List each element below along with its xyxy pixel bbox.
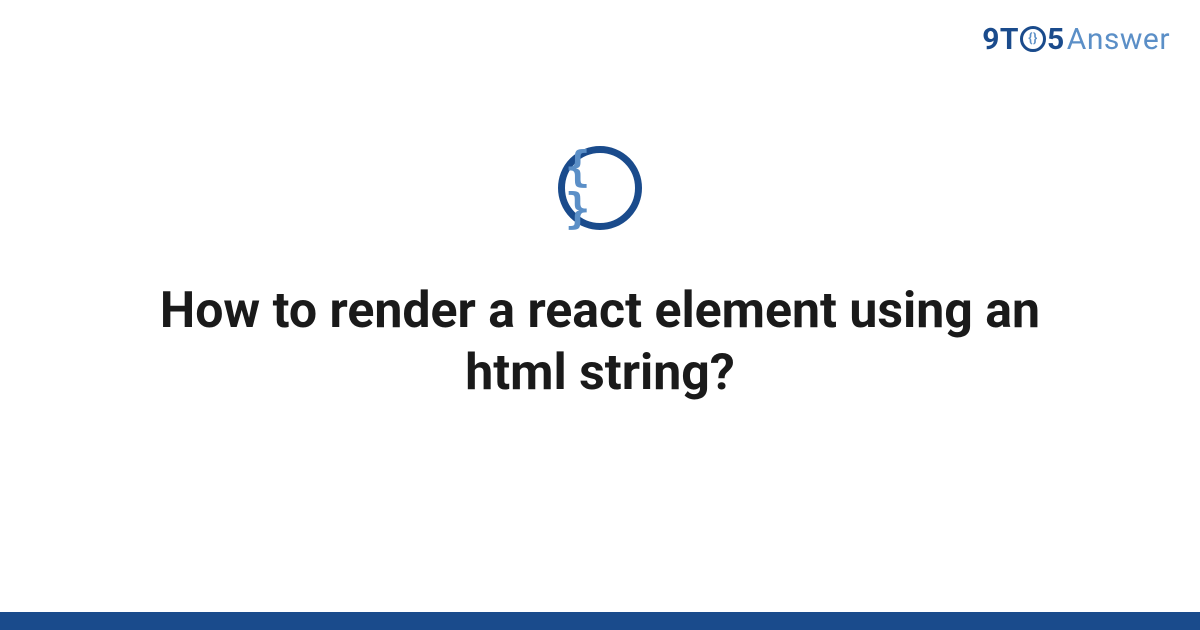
main-content: { } How to render a react element using … [0,0,1200,630]
question-title: How to render a react element using an h… [150,280,1050,405]
code-braces-icon: { } [565,146,635,230]
footer-accent-bar [0,612,1200,630]
topic-badge: { } [558,146,642,230]
